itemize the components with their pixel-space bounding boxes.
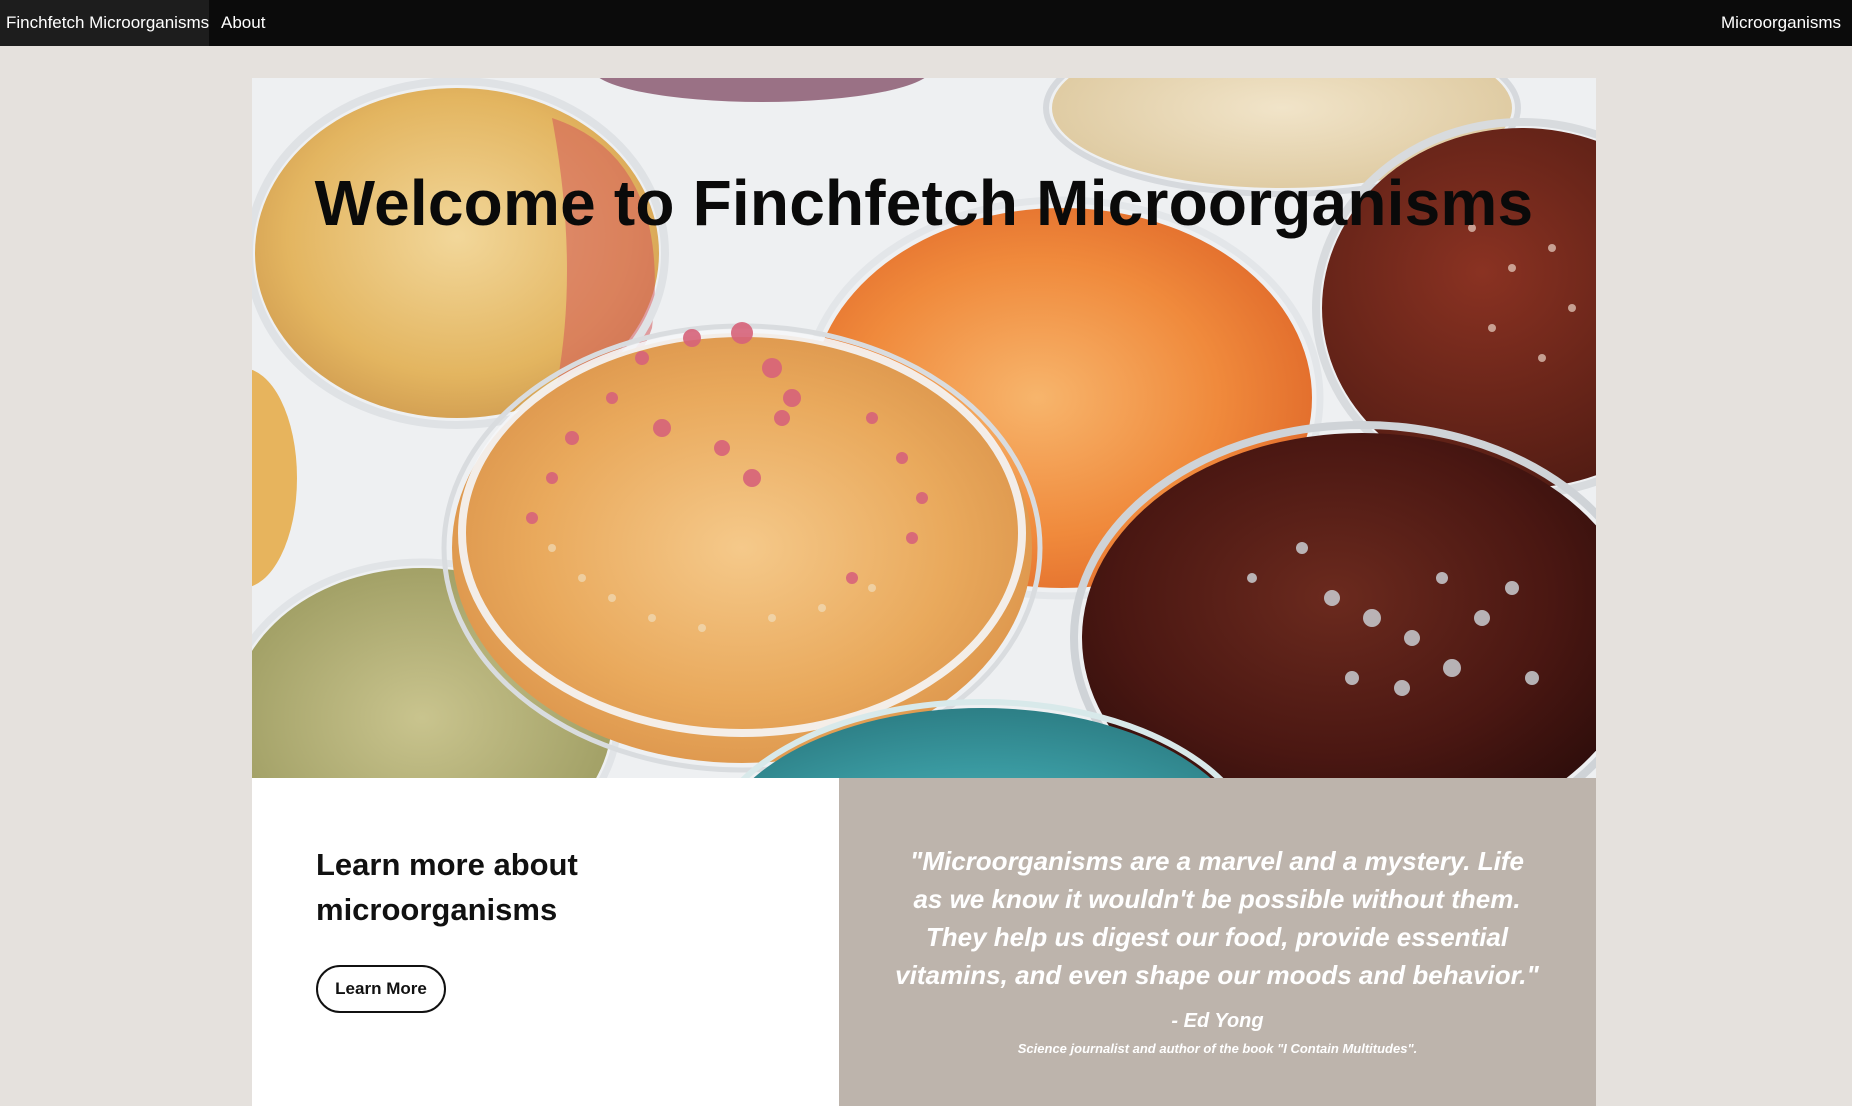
quote-panel: "Microorganisms are a marvel and a myste… bbox=[839, 778, 1596, 1106]
quote-text: "Microorganisms are a marvel and a myste… bbox=[895, 846, 1539, 990]
main-content: Welcome to Finchfetch Microorganisms Lea… bbox=[252, 78, 1596, 1106]
nav-microorganisms-link[interactable]: Microorganisms bbox=[1721, 0, 1841, 46]
learn-more-button[interactable]: Learn More bbox=[316, 965, 446, 1013]
quote-author-caption: Science journalist and author of the boo… bbox=[1017, 1041, 1418, 1056]
learn-more-panel: Learn more about microorganisms Learn Mo… bbox=[252, 778, 839, 1106]
hero-banner: Welcome to Finchfetch Microorganisms bbox=[252, 78, 1596, 778]
hero-title: Welcome to Finchfetch Microorganisms bbox=[314, 167, 1534, 239]
quote-author: - Ed Yong bbox=[1171, 1010, 1264, 1032]
learn-more-heading: Learn more about microorganisms bbox=[316, 847, 578, 927]
nav-about-link[interactable]: About bbox=[221, 0, 265, 46]
nav-brand-link[interactable]: Finchfetch Microorganisms bbox=[0, 0, 209, 46]
top-navbar: Finchfetch Microorganisms About Microorg… bbox=[0, 0, 1852, 46]
